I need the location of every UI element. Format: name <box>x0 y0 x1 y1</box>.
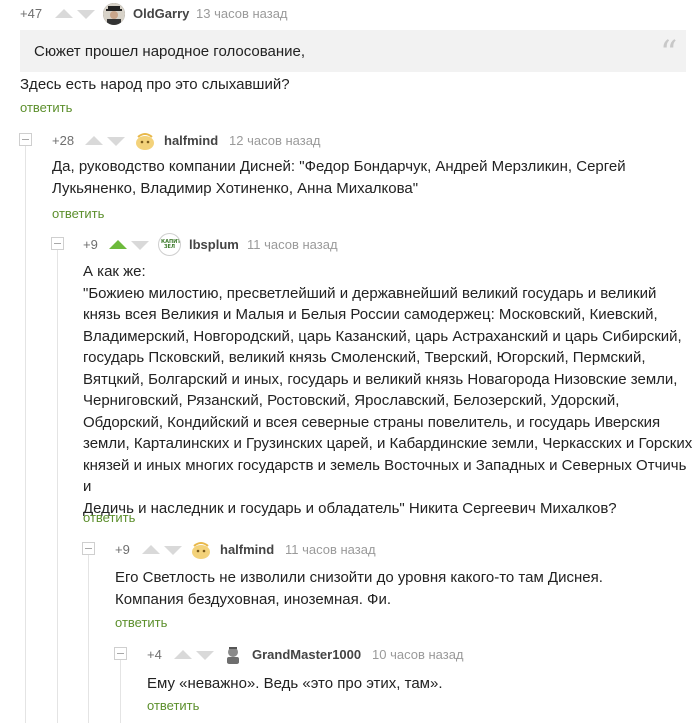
comment-author[interactable]: OldGarry <box>133 6 189 21</box>
comment-line: Вятцкий, Болгарский и иных, государь и в… <box>83 370 678 388</box>
comment-author[interactable]: GrandMaster1000 <box>252 647 361 662</box>
comment-line: князей и иных многих государств и земель… <box>83 456 687 496</box>
arrow-down-icon[interactable] <box>107 137 125 146</box>
comment-time[interactable]: 12 часов назад <box>229 133 321 148</box>
comment-author[interactable]: halfmind <box>164 133 218 148</box>
avatar[interactable] <box>222 643 244 665</box>
comment-line: Компания бездуховная, иноземная. Фи. <box>115 590 392 608</box>
comment-line: А как же: <box>83 263 146 280</box>
comment-line: "Божиею милостию, пресветлейший и держав… <box>83 284 657 302</box>
comment-text: Ему «неважно». Ведь «это про этих, там». <box>147 673 442 695</box>
avatar-logo-text: КАПИТАЛ ЗЕЛ <box>161 239 181 250</box>
avatar[interactable] <box>190 538 212 560</box>
comment-time[interactable]: 11 часов назад <box>247 237 338 252</box>
comment-score: +47 <box>20 6 43 21</box>
comment-line: Ему «неважно». Ведь «это про этих, там». <box>147 675 443 692</box>
arrow-up-icon[interactable] <box>174 650 192 659</box>
collapse-toggle-icon[interactable] <box>19 133 32 146</box>
comment-text: Здесь есть народ про это слыхавший? <box>20 76 290 93</box>
quote-text: Сюжет прошел народное голосование, <box>34 43 306 60</box>
comment-line: Его Светлость не изволили снизойти до ур… <box>115 569 603 586</box>
thread-line[interactable] <box>57 250 58 723</box>
comment-score: +9 <box>115 542 130 557</box>
arrow-up-icon[interactable] <box>85 136 103 145</box>
comment-line: князь всея Великия и Малыя и Белыя Росси… <box>83 306 658 323</box>
collapse-toggle-icon[interactable] <box>82 542 95 555</box>
comment-line: Лукьяненко, Владимир Хотиненко, Анна Мих… <box>52 179 419 197</box>
comment-score: +4 <box>147 647 162 662</box>
comment-text: Его Светлость не изволили снизойти до ур… <box>115 567 603 610</box>
comment-line: Черниговский, Рязанский, Ростовский, Яро… <box>83 392 620 409</box>
comment-time[interactable]: 10 часов назад <box>372 647 464 662</box>
comment-line: Да, руководство компании Дисней: "Федор … <box>52 158 626 175</box>
comment-line: государь Псковский, великий князь Смолен… <box>83 349 646 366</box>
thread-line[interactable] <box>88 555 89 723</box>
avatar[interactable] <box>134 129 156 151</box>
arrow-down-icon[interactable] <box>164 546 182 555</box>
collapse-toggle-icon[interactable] <box>114 647 127 660</box>
comment-line: земли, Карталинских и Грузинских царей, … <box>83 435 693 452</box>
quote-mark-icon: “ <box>660 33 678 73</box>
comment-author[interactable]: halfmind <box>220 542 274 557</box>
comment-score: +28 <box>52 133 75 148</box>
arrow-down-icon[interactable] <box>77 10 95 19</box>
comment-time[interactable]: 11 часов назад <box>285 542 376 557</box>
collapse-toggle-icon[interactable] <box>51 237 64 250</box>
arrow-down-icon[interactable] <box>131 241 149 250</box>
comment-text: А как же: "Божиею милостию, пресветлейши… <box>83 261 695 519</box>
arrow-up-icon[interactable] <box>142 545 160 554</box>
arrow-up-icon[interactable] <box>109 240 127 249</box>
arrow-down-icon[interactable] <box>196 651 214 660</box>
comment-line: Обдорский, Кондийский и всея северные ст… <box>83 413 661 431</box>
comment-score: +9 <box>83 237 98 252</box>
comment-time[interactable]: 13 часов назад <box>196 6 288 21</box>
comment-line: Владимерский, Новгородский, царь Казанск… <box>83 327 682 345</box>
reply-link[interactable]: ответить <box>52 206 104 221</box>
avatar[interactable] <box>103 3 125 25</box>
reply-link[interactable]: ответить <box>20 100 72 115</box>
comment-line: Дедичь и наследник и государь и обладате… <box>83 499 617 517</box>
reply-link[interactable]: ответить <box>83 510 135 525</box>
reply-link[interactable]: ответить <box>147 698 199 713</box>
reply-link[interactable]: ответить <box>115 615 167 630</box>
thread-line[interactable] <box>120 660 121 723</box>
comment-text: Да, руководство компании Дисней: "Федор … <box>52 156 626 199</box>
arrow-up-icon[interactable] <box>55 9 73 18</box>
comment-author[interactable]: lbsplum <box>189 237 239 252</box>
avatar[interactable]: КАПИТАЛ ЗЕЛ <box>158 233 181 256</box>
thread-line[interactable] <box>25 145 26 723</box>
